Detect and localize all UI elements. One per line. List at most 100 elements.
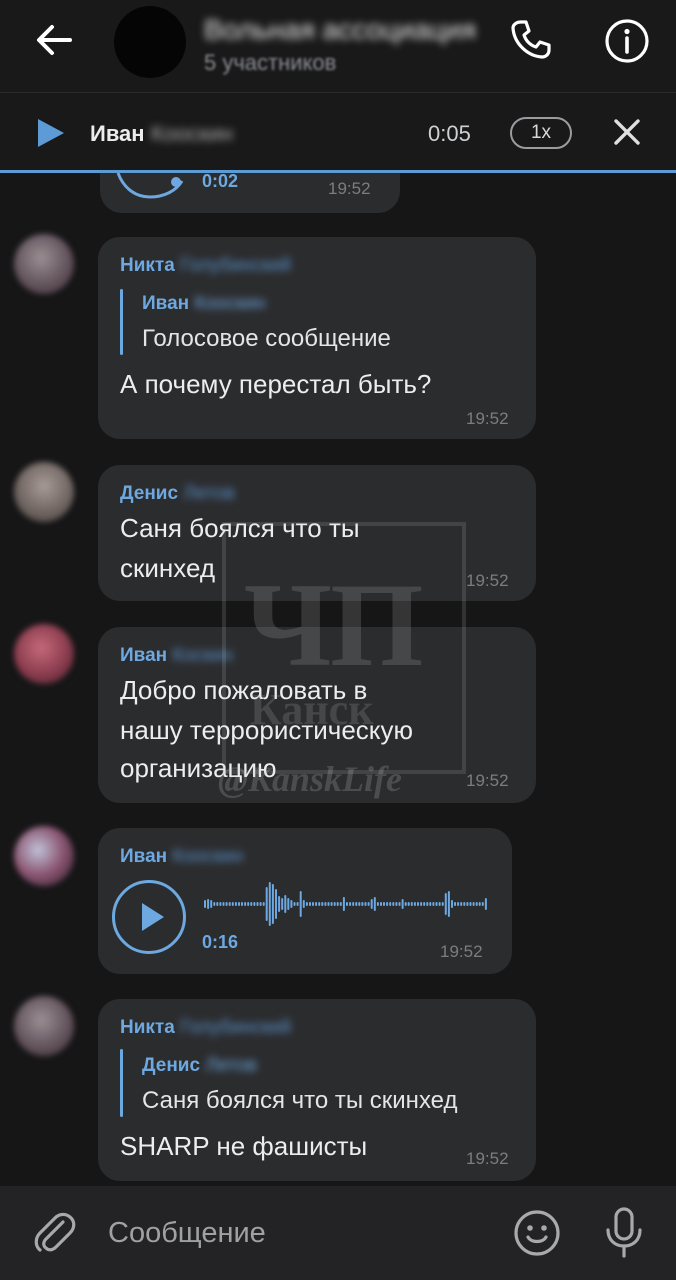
waveform-bar: [296, 902, 299, 906]
message-bubble[interactable]: Иван Кооскин 0:16 19:52: [98, 828, 512, 974]
waveform-bar: [407, 902, 410, 906]
call-button[interactable]: [506, 14, 556, 64]
waveform-bar: [256, 902, 259, 906]
sender-name[interactable]: Иван Коскин: [120, 645, 233, 667]
waveform-bar: [342, 897, 345, 911]
sender-first-name: Иван: [120, 645, 168, 666]
waveform-bar: [247, 902, 250, 906]
player-time: 0:05: [428, 121, 471, 146]
reply-author-last: Летов: [205, 1055, 257, 1076]
reply-quote-text[interactable]: Голосовое сообщение: [142, 325, 391, 353]
voice-duration: 0:02: [202, 171, 239, 191]
voice-play-button[interactable]: [112, 880, 186, 954]
waveform-bar: [305, 902, 308, 906]
waveform-bar: [432, 902, 435, 906]
sender-name[interactable]: Иван Кооскин: [120, 846, 244, 868]
sender-name[interactable]: Денис Летов: [120, 483, 235, 505]
message-time: 19:52: [328, 179, 371, 198]
voice-waveform[interactable]: [204, 878, 488, 930]
waveform-bar: [213, 902, 216, 906]
avatar[interactable]: [14, 234, 74, 294]
back-button[interactable]: [28, 18, 80, 62]
waveform-bar: [312, 902, 314, 906]
waveform-bar: [481, 902, 484, 906]
waveform-bar: [318, 902, 321, 906]
sender-first-name: Иван: [120, 846, 168, 867]
waveform-bar: [460, 902, 463, 906]
waveform-bar: [324, 902, 327, 906]
waveform-bar: [278, 896, 281, 912]
message-bubble[interactable]: Никта Голубинский Денис Летов Саня боялс…: [98, 999, 536, 1181]
waveform-bar: [386, 902, 389, 906]
player-track-name[interactable]: Иван Кооскин: [90, 121, 233, 147]
message-input[interactable]: [108, 1214, 488, 1252]
waveform-bar: [244, 902, 247, 906]
avatar[interactable]: [14, 996, 74, 1056]
waveform-bar: [271, 884, 274, 924]
waveform-bar: [281, 898, 284, 910]
message-time: 19:52: [440, 942, 483, 961]
waveform-bar: [472, 902, 475, 906]
voice-play-ring-partial[interactable]: [112, 173, 192, 203]
waveform-bar: [426, 902, 429, 906]
waveform-bar: [429, 902, 432, 906]
waveform-bar: [466, 902, 469, 906]
waveform-bar: [231, 902, 234, 906]
message-text-line: скинхед: [120, 553, 216, 583]
waveform-bar: [355, 902, 358, 906]
waveform-bar: [234, 902, 237, 906]
play-icon[interactable]: [34, 117, 68, 149]
audio-player-bar: Иван Кооскин 0:05 1x: [0, 92, 676, 171]
message-composer: [0, 1186, 676, 1280]
reply-author-first: Иван: [142, 293, 190, 314]
reply-quote-bar: [120, 289, 123, 355]
info-button[interactable]: [600, 14, 654, 68]
waveform-bar: [420, 902, 423, 906]
waveform-bar: [262, 902, 265, 906]
waveform-bar: [241, 902, 243, 906]
waveform-bar: [333, 902, 336, 906]
waveform-bar: [321, 902, 324, 906]
waveform-bar: [475, 902, 478, 906]
playback-speed-button[interactable]: 1x: [510, 117, 572, 149]
waveform-bar: [401, 899, 404, 909]
phone-icon: [511, 20, 551, 59]
sender-name[interactable]: Никта Голубинский: [120, 255, 291, 277]
chat-title[interactable]: Вольная ассоциация: [204, 14, 476, 46]
waveform-bar: [290, 900, 293, 908]
waveform-bar: [364, 902, 367, 906]
smile-icon[interactable]: [512, 1208, 562, 1258]
sender-name[interactable]: Никта Голубинский: [120, 1017, 291, 1039]
chat-screen: Вольная ассоциация 5 участников Иван Коо…: [0, 0, 676, 1280]
avatar[interactable]: [14, 462, 74, 522]
microphone-icon[interactable]: [600, 1206, 648, 1260]
waveform-bar: [253, 902, 256, 906]
message-bubble[interactable]: Иван Коскин Добро пожаловать в нашу терр…: [98, 627, 536, 803]
sender-last-name: Голубинский: [180, 1017, 292, 1038]
reply-author: Иван Кооскин: [142, 293, 266, 315]
message-time: 19:52: [466, 771, 509, 790]
avatar[interactable]: [14, 826, 74, 886]
play-icon: [142, 903, 164, 931]
waveform-bar: [293, 902, 296, 906]
waveform-bar: [410, 902, 413, 906]
reply-author-first: Денис: [142, 1055, 201, 1076]
waveform-bar: [216, 902, 219, 906]
waveform-bar: [339, 902, 342, 906]
paperclip-icon[interactable]: [30, 1208, 80, 1258]
waveform-bar: [238, 902, 240, 906]
waveform-bar: [219, 902, 222, 906]
player-sender-name: Иван: [90, 121, 145, 146]
close-icon[interactable]: [610, 115, 644, 149]
chat-avatar[interactable]: [114, 6, 186, 78]
reply-quote-text[interactable]: Саня боялся что ты скинхед: [142, 1087, 458, 1115]
waveform-bar: [222, 902, 225, 906]
message-bubble[interactable]: Денис Летов Саня боялся что ты скинхед 1…: [98, 465, 536, 601]
waveform-bar: [404, 902, 407, 906]
waveform-bar: [454, 902, 456, 906]
waveform-bar: [284, 895, 287, 913]
avatar[interactable]: [14, 624, 74, 684]
message-bubble[interactable]: 0:02 19:52: [100, 171, 400, 213]
message-bubble[interactable]: Никта Голубинский Иван Кооскин Голосовое…: [98, 237, 536, 439]
reply-quote-bar: [120, 1049, 123, 1117]
